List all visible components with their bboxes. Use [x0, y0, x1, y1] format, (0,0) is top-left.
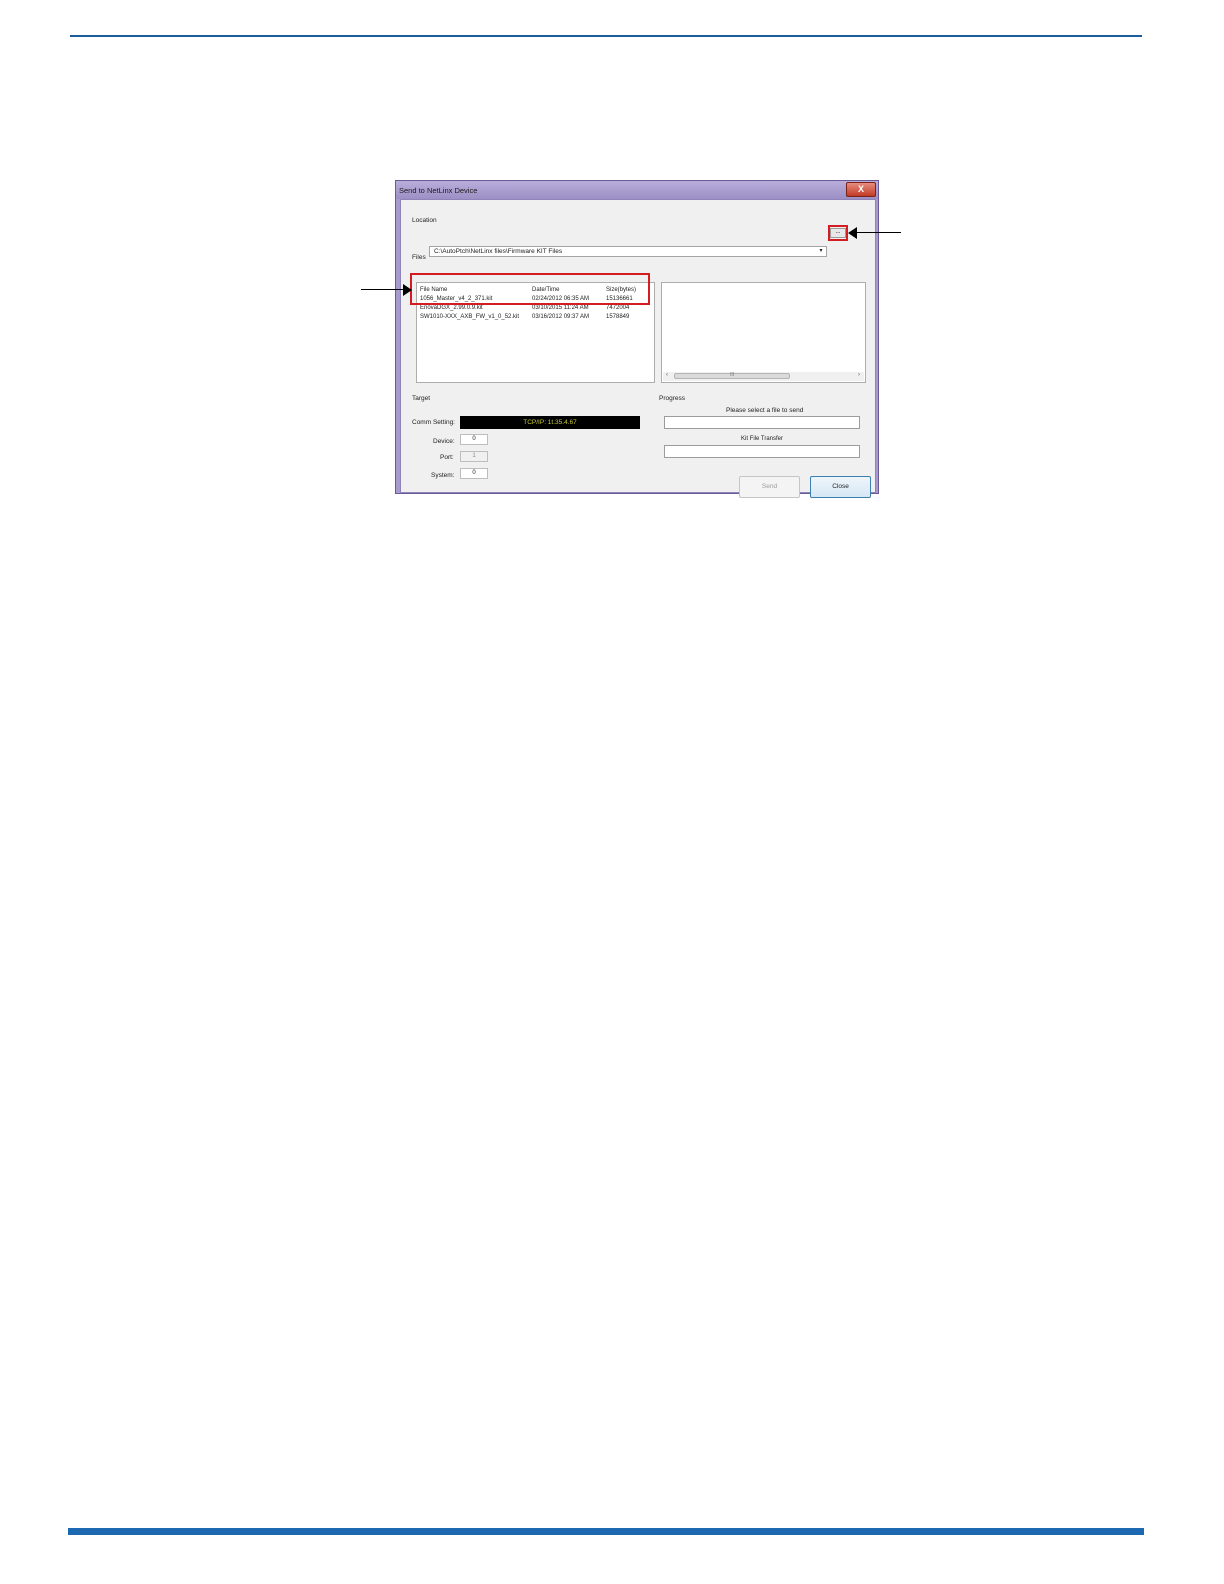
comm-setting-label: Comm Setting:	[412, 419, 455, 426]
title-bar[interactable]: Send to NetLinx Device X	[396, 181, 878, 199]
file-date-cell: 03/16/2012 09:37 AM	[532, 314, 590, 320]
close-window-button[interactable]: X	[846, 182, 876, 197]
system-label: System:	[431, 472, 455, 479]
file-row[interactable]: SW1010-XXX_AXB_FW_v1_0_52.kit 03/16/2012…	[417, 314, 654, 323]
device-label: Device:	[433, 438, 455, 445]
dialog-title: Send to NetLinx Device	[399, 186, 478, 195]
grip-icon: III	[730, 372, 735, 378]
files-label: Files	[412, 254, 426, 261]
location-label: Location	[412, 217, 437, 224]
target-label: Target	[412, 395, 431, 402]
send-button[interactable]: Send	[739, 476, 800, 498]
arrow-right-icon	[403, 284, 412, 296]
arrow-left-icon	[848, 227, 857, 239]
file-list-highlight	[410, 273, 650, 305]
location-combobox[interactable]: C:\AutoPtch\NetLinx files\Firmware KIT F…	[429, 246, 827, 257]
send-to-netlinx-dialog: Send to NetLinx Device X Location C:\Aut…	[395, 180, 879, 498]
file-details-panel: ‹ III ›	[661, 282, 866, 383]
file-size-cell: 7472004	[606, 305, 630, 311]
footer-rule	[68, 1528, 1144, 1535]
chevron-down-icon[interactable]: ▾	[816, 247, 826, 256]
dialog-body: Location C:\AutoPtch\NetLinx files\Firmw…	[400, 199, 876, 498]
scroll-right-icon[interactable]: ›	[858, 372, 860, 378]
progress-status-text: Please select a file to send	[726, 407, 804, 414]
progress-label: Progress	[659, 395, 686, 402]
files-callout-line	[361, 289, 404, 290]
scroll-left-icon[interactable]: ‹	[666, 372, 668, 378]
file-name-cell: SW1010-XXX_AXB_FW_v1_0_52.kit	[420, 314, 520, 320]
close-button[interactable]: Close	[810, 476, 871, 498]
port-label: Port:	[440, 454, 454, 461]
browse-callout-line	[856, 232, 901, 233]
location-value: C:\AutoPtch\NetLinx files\Firmware KIT F…	[434, 248, 563, 255]
header-rule	[70, 35, 1142, 37]
file-size-cell: 1578849	[606, 314, 630, 320]
kit-transfer-progress-bar	[664, 445, 860, 458]
device-field[interactable]: 0	[460, 434, 488, 445]
comm-setting-display[interactable]: TCP/IP: 1t.35.4.67	[460, 416, 640, 429]
system-field[interactable]: 0	[460, 468, 488, 479]
file-date-cell: 03/10/2015 11:24 AM	[532, 305, 589, 311]
scrollbar-thumb[interactable]: III	[674, 372, 790, 379]
horizontal-scrollbar[interactable]: ‹ III ›	[663, 372, 864, 381]
file-row[interactable]: EnovaDGX_2.99.0.9.kit 03/10/2015 11:24 A…	[417, 305, 654, 314]
file-name-cell: EnovaDGX_2.99.0.9.kit	[420, 305, 483, 311]
kit-transfer-label: Kit File Transfer	[741, 436, 784, 442]
progress-bar	[664, 416, 860, 429]
port-field[interactable]: 1	[460, 451, 488, 462]
browse-button-highlight	[828, 225, 848, 241]
